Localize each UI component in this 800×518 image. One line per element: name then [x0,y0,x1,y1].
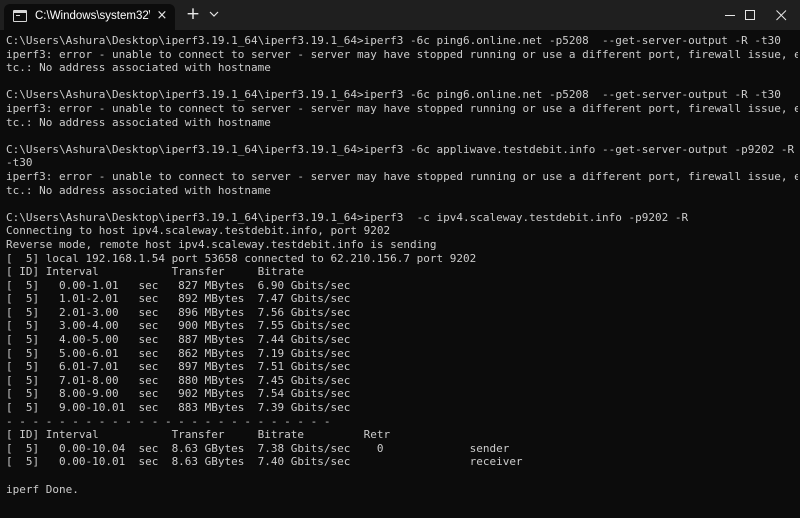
console-line: [ 5] 2.01-3.00 sec 896 MBytes 7.56 Gbits… [6,305,351,319]
console-line: [ 5] 9.00-10.01 sec 883 MBytes 7.39 Gbit… [6,401,351,415]
console-line: tc.: No address associated with hostname [6,183,271,197]
console-line: -t30 [6,156,33,170]
terminal-window: C:\Windows\system32\cmd.e: × + C:\Users\… [0,0,800,518]
console-output[interactable]: C:\Users\Ashura\Desktop\iperf3.19.1_64\i… [6,34,798,514]
close-button[interactable] [765,0,800,30]
console-line: iperf3: error - unable to connect to ser… [6,101,798,115]
console-line: [ 5] 6.01-7.01 sec 897 MBytes 7.51 Gbits… [6,360,351,374]
console-line: [ 5] 7.01-8.00 sec 880 MBytes 7.45 Gbits… [6,373,351,387]
console-line: - - - - - - - - - - - - - - - - - - - - … [6,414,331,428]
console-line: [ 5] 0.00-1.01 sec 827 MBytes 6.90 Gbits… [6,278,351,292]
tab-close-icon[interactable]: × [155,9,169,23]
console-line: [ 5] local 192.168.1.54 port 53658 conne… [6,251,477,265]
console-line: Connecting to host ipv4.scaleway.testdeb… [6,224,391,238]
console-line: [ ID] Interval Transfer Bitrate Retr [6,428,391,442]
maximize-icon [745,10,755,20]
console-line: tc.: No address associated with hostname [6,115,271,129]
console-line: C:\Users\Ashura\Desktop\iperf3.19.1_64\i… [6,210,689,224]
title-bar[interactable]: C:\Windows\system32\cmd.e: × + [0,0,800,30]
tab-title: C:\Windows\system32\cmd.e: [35,10,150,22]
console-line: C:\Users\Ashura\Desktop\iperf3.19.1_64\i… [6,142,795,156]
console-line: C:\Users\Ashura\Desktop\iperf3.19.1_64\i… [6,34,781,47]
console-line: iperf Done. [6,482,79,496]
console-line: [ 5] 0.00-10.01 sec 8.63 GBytes 7.40 Gbi… [6,455,523,469]
console-line: Reverse mode, remote host ipv4.scaleway.… [6,237,437,251]
console-line: [ 5] 5.00-6.01 sec 862 MBytes 7.19 Gbits… [6,346,351,360]
console-line: [ 5] 3.00-4.00 sec 900 MBytes 7.55 Gbits… [6,319,351,333]
console-line: [ 5] 4.00-5.00 sec 887 MBytes 7.44 Gbits… [6,333,351,347]
console-line: [ 5] 1.01-2.01 sec 892 MBytes 7.47 Gbits… [6,292,351,306]
chevron-down-icon[interactable] [205,6,223,22]
console-line: [ 5] 8.00-9.00 sec 902 MBytes 7.54 Gbits… [6,387,351,401]
console-line: iperf3: error - unable to connect to ser… [6,169,798,183]
console-line: [ 5] 0.00-10.04 sec 8.63 GBytes 7.38 Gbi… [6,441,510,455]
console-line: tc.: No address associated with hostname [6,61,271,75]
tab-cmd[interactable]: C:\Windows\system32\cmd.e: × [4,4,175,30]
cmd-icon [13,10,27,22]
close-icon [776,10,787,21]
console-line: iperf3: error - unable to connect to ser… [6,47,798,61]
maximize-button[interactable] [733,0,769,30]
console-line: [ ID] Interval Transfer Bitrate [6,265,305,279]
new-tab-icon[interactable]: + [184,5,202,23]
console-line: C:\Users\Ashura\Desktop\iperf3.19.1_64\i… [6,88,781,102]
